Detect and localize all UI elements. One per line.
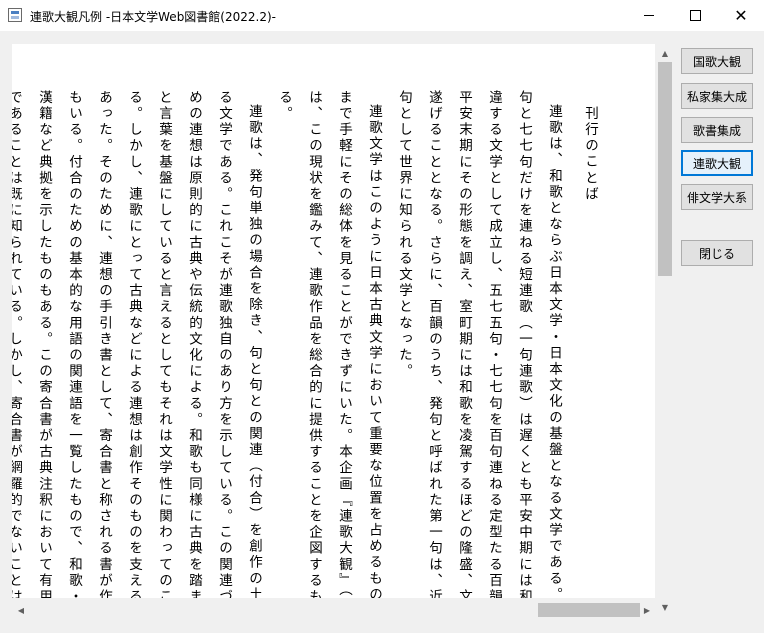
text-column: 句と七七句だけを連ねる短連歌（一句連歌）は遅くとも平安中期には和歌と相 (516, 90, 532, 598)
text-column: であることは既に知られている。しかし、寄合書が網羅的でないことは当然な (12, 90, 22, 598)
document-viewer[interactable]: 刊行のことば 連歌は、和歌とならぶ日本文学・日本文化の基盤となる文学である。五七… (12, 44, 655, 598)
arrow-down-icon[interactable]: ▼ (658, 600, 672, 614)
renga-taikan-button[interactable]: 連歌大観 (681, 150, 753, 176)
document-heading: 刊行のことば (582, 106, 598, 203)
kasho-shusei-button[interactable]: 歌書集成 (681, 117, 753, 143)
shikashu-taisei-button[interactable]: 私家集大成 (681, 83, 753, 109)
close-button[interactable]: 閉じる (681, 240, 753, 266)
text-column: る。しかし、連歌にとって古典などによる連想は創作そのものを支えるもので (126, 90, 142, 598)
text-column: 連歌は、和歌とならぶ日本文学・日本文化の基盤となる文学である。五七五 (546, 104, 562, 598)
haibungaku-taikei-button[interactable]: 俳文学大系 (681, 184, 753, 210)
text-column: 連歌文学はこのように日本古典文学において重要な位置を占めるものであり (366, 104, 382, 598)
text-column: 平安末期にその形態を調え、室町期には和歌を凌駕するほどの隆盛、文学化を (456, 90, 472, 598)
kokka-taikan-button[interactable]: 国歌大観 (681, 48, 753, 74)
window-title: 連歌大観凡例 -日本文学Web図書館(2022.2)- (30, 10, 276, 24)
minimize-button[interactable] (626, 0, 672, 31)
app-icon (8, 8, 22, 22)
close-window-button[interactable]: ✕ (718, 0, 764, 31)
title-bar: 連歌大観凡例 -日本文学Web図書館(2022.2)- ✕ (0, 0, 764, 31)
text-column: 句として世界に知られる文学となった。 (396, 90, 412, 380)
text-column: は、この現状を鑑みて、連歌作品を総合的に提供することを企図するものであ (306, 90, 322, 598)
text-column: 遂げることとなる。さらに、百韻のうち、発句と呼ばれた第一句は、近代、俳 (426, 90, 442, 598)
close-icon: ✕ (734, 6, 748, 25)
text-column: 違する文学として成立し、五七五句・七七句を百句連ねる定型たる百韻連歌は (486, 90, 502, 598)
text-column: る文学である。これこそが連歌独自のあり方を示している。この関連づけのた (216, 90, 232, 598)
text-column: る。 (276, 90, 292, 123)
text-column: と言葉を基盤にしていると言えるとしてもそれは文学性に関わってのことであ (156, 90, 172, 598)
text-column: 連歌は、発句単独の場合を除き、句と句との関連（付合）を創作の土台とす (246, 104, 262, 598)
text-column: めの連想は原則的に古典や伝統的文化による。和歌も同様に古典を踏まえた心 (186, 90, 202, 598)
text-column: 漢籍など典拠を示したものもある。この寄合書が古典注釈において有用なもの (36, 90, 52, 598)
maximize-icon (689, 10, 701, 21)
arrow-left-icon[interactable]: ◀ (14, 603, 28, 617)
arrow-right-icon[interactable]: ▶ (640, 603, 654, 617)
text-column: もいる。付合のための基本的な用語の関連語を一覧したもので、和歌・物語・ (66, 90, 82, 598)
text-column: あった。そのために、連想の手引き書として、寄合書と称される書が作られて (96, 90, 112, 598)
horizontal-scroll-thumb[interactable] (538, 603, 640, 617)
minimize-icon (644, 15, 654, 16)
text-column: まで手軽にその総体を見ることができずにいた。本企画『連歌大観』（全三巻） (336, 90, 352, 598)
vertical-scroll-thumb[interactable] (658, 62, 672, 276)
maximize-button[interactable] (672, 0, 718, 31)
arrow-up-icon[interactable]: ▲ (658, 46, 672, 60)
